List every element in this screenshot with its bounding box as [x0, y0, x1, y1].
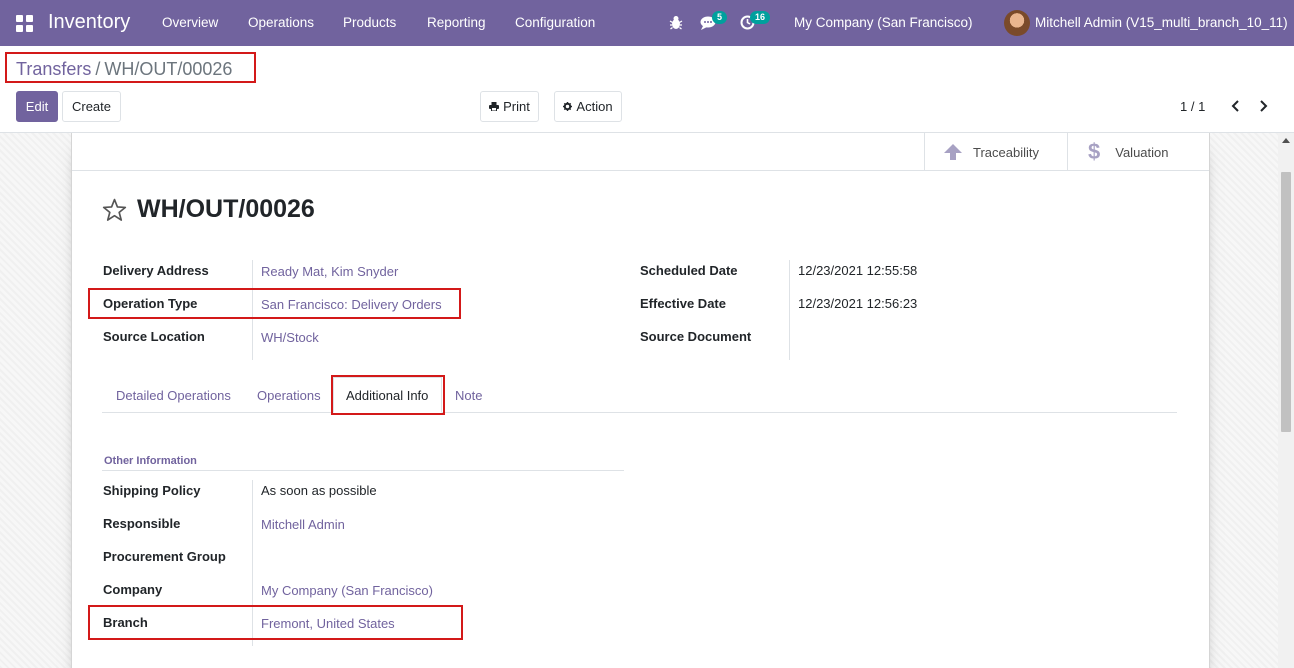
menu-operations[interactable]: Operations: [248, 15, 314, 30]
menu-reporting[interactable]: Reporting: [427, 15, 486, 30]
operation-type-highlight: [88, 288, 461, 319]
action-button-label: Action: [576, 99, 613, 114]
print-button[interactable]: Print: [480, 91, 539, 122]
app-name[interactable]: Inventory: [48, 11, 130, 34]
traceability-label: Traceability: [973, 144, 1039, 160]
tabs-baseline: [102, 412, 1177, 413]
delivery-address-value[interactable]: Ready Mat, Kim Snyder: [261, 264, 398, 279]
gear-icon: [563, 102, 573, 111]
scheduled-date-value[interactable]: 12/23/2021 12:55:58: [798, 263, 917, 278]
company-label: Company: [103, 582, 163, 597]
effective-date-label: Effective Date: [640, 296, 726, 311]
menu-overview[interactable]: Overview: [162, 15, 218, 30]
action-button[interactable]: Action: [554, 91, 622, 122]
shipping-policy-value[interactable]: As soon as possible: [261, 483, 377, 498]
messages-count-badge: 5: [712, 11, 728, 24]
menu-configuration[interactable]: Configuration: [515, 15, 595, 30]
source-location-value[interactable]: WH/Stock: [261, 330, 319, 345]
valuation-button[interactable]: $ Valuation: [1067, 133, 1209, 171]
company-value[interactable]: My Company (San Francisco): [261, 583, 433, 598]
print-button-label: Print: [503, 99, 530, 114]
source-document-label: Source Document: [640, 329, 752, 344]
valuation-label: Valuation: [1115, 144, 1169, 160]
star-favorite-icon[interactable]: [102, 198, 127, 222]
breadcrumb-transfers-link[interactable]: Transfers: [16, 59, 91, 79]
breadcrumb: Transfers / WH/OUT/00026: [16, 59, 232, 80]
menu-products[interactable]: Products: [343, 15, 396, 30]
debug-bug-icon[interactable]: [669, 15, 683, 30]
form-sheet: Traceability $ Valuation WH/OUT/00026: [71, 133, 1210, 668]
additional-info-highlight: [331, 375, 445, 415]
tab-note[interactable]: Note: [455, 388, 482, 403]
dollar-icon: $: [1088, 139, 1101, 164]
arrow-up-icon: [944, 144, 962, 160]
scroll-up-icon[interactable]: [1282, 137, 1290, 143]
activities-count-badge: 16: [750, 11, 771, 24]
procurement-group-label: Procurement Group: [103, 549, 226, 564]
edit-button[interactable]: Edit: [16, 91, 58, 122]
pager-previous-icon[interactable]: [1228, 96, 1244, 116]
breadcrumb-separator: /: [95, 59, 101, 79]
tab-operations[interactable]: Operations: [257, 388, 321, 403]
responsible-label: Responsible: [103, 516, 181, 531]
user-avatar[interactable]: [1004, 10, 1030, 36]
delivery-address-label: Delivery Address: [103, 263, 209, 278]
branch-highlight: [88, 605, 463, 640]
smart-button-box: Traceability $ Valuation: [72, 133, 1209, 171]
pager-next-icon[interactable]: [1255, 96, 1271, 116]
effective-date-value[interactable]: 12/23/2021 12:56:23: [798, 296, 917, 311]
tab-detailed-operations[interactable]: Detailed Operations: [116, 388, 231, 403]
responsible-value[interactable]: Mitchell Admin: [261, 517, 345, 532]
create-button-label: Create: [71, 99, 112, 114]
other-information-title: Other Information: [104, 455, 197, 467]
field-divider: [789, 260, 790, 360]
user-menu[interactable]: Mitchell Admin (V15_multi_branch_10_11): [1035, 15, 1288, 30]
scrollbar-thumb[interactable]: [1281, 172, 1291, 432]
apps-menu-icon[interactable]: [16, 15, 33, 32]
shipping-policy-label: Shipping Policy: [103, 483, 201, 498]
traceability-button[interactable]: Traceability: [924, 133, 1067, 171]
scheduled-date-label: Scheduled Date: [640, 263, 738, 278]
group-separator: [102, 470, 624, 471]
company-switcher[interactable]: My Company (San Francisco): [794, 15, 973, 30]
print-icon: [489, 102, 500, 111]
breadcrumb-current: WH/OUT/00026: [104, 59, 233, 79]
source-location-label: Source Location: [103, 329, 205, 344]
create-button[interactable]: Create: [62, 91, 121, 122]
edit-button-label: Edit: [25, 99, 49, 114]
record-title-row: WH/OUT/00026: [102, 195, 315, 224]
record-title: WH/OUT/00026: [137, 195, 315, 223]
pager-value[interactable]: 1 / 1: [1180, 99, 1205, 114]
top-navbar: Inventory Overview Operations Products R…: [0, 0, 1294, 46]
